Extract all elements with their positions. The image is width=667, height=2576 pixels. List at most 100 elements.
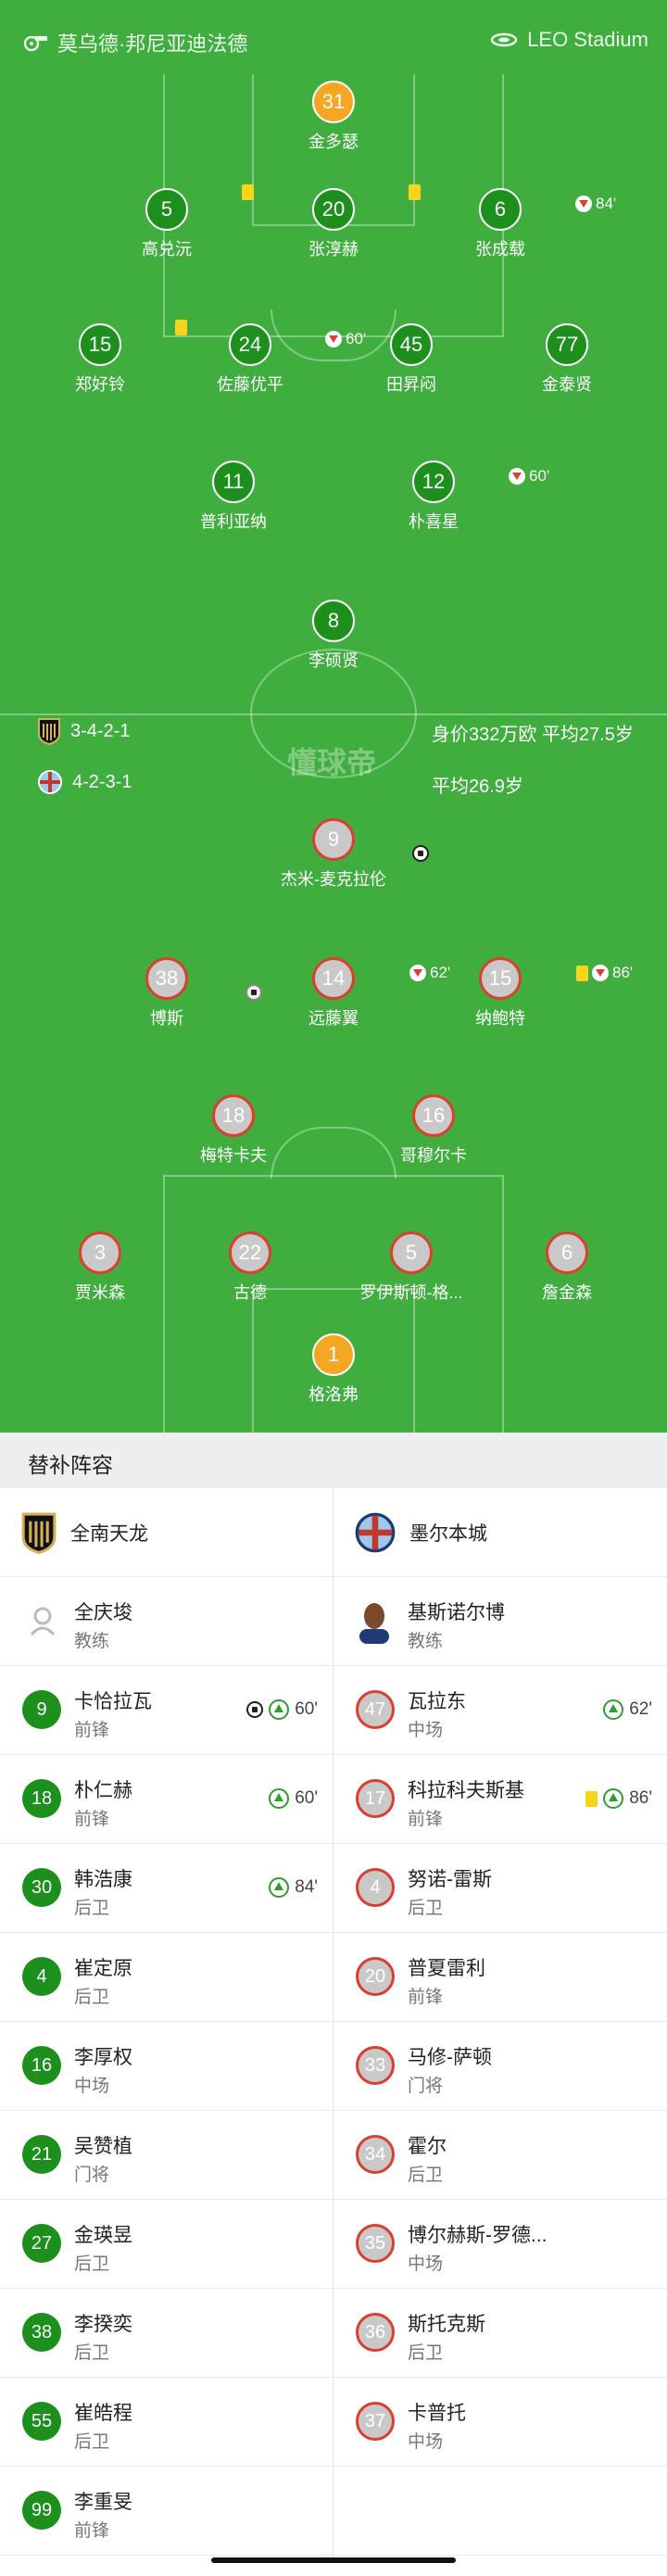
venue: LEO Stadium xyxy=(490,28,648,52)
sub-number: 34 xyxy=(356,2135,395,2174)
away-team-name: 墨尔本城 xyxy=(409,1523,487,1545)
player-name: 梅特卡夫 xyxy=(200,1146,267,1165)
home-subs-player[interactable]: 4 崔定原 后卫 xyxy=(0,1933,334,2022)
home-lineup-player[interactable]: 11 普利亚纳 xyxy=(155,461,312,533)
away-subs-player[interactable]: 37 卡普托 中场 xyxy=(334,2378,667,2467)
away-coach[interactable]: 基斯诺尔博 教练 xyxy=(334,1577,667,1666)
subs-row: 55 崔皓程 后卫 37 卡普托 中场 xyxy=(0,2378,667,2467)
away-subs-player[interactable]: 17 科拉科夫斯基 前锋 86' xyxy=(334,1755,667,1844)
away-lineup-player[interactable]: 14 62' 远藤翼 xyxy=(255,957,450,1029)
sub-number: 35 xyxy=(356,2224,395,2263)
sub-number: 20 xyxy=(356,1957,395,1996)
sub-position: 后卫 xyxy=(74,2254,110,2274)
home-subs-player[interactable]: 16 李厚权 中场 xyxy=(0,2022,334,2111)
player-number: 6 xyxy=(546,1231,588,1274)
away-subs-player[interactable]: 20 普夏雷利 前锋 xyxy=(334,1933,667,2022)
away-lineup-player[interactable]: 15 86' 纳鲍特 xyxy=(422,957,633,1029)
home-lineup-player[interactable]: 20 张淳赫 xyxy=(255,184,421,260)
away-lineup-player[interactable]: 18 梅特卡夫 xyxy=(155,1094,312,1167)
player-number: 77 xyxy=(546,323,588,366)
sub-number: 17 xyxy=(356,1779,395,1818)
away-subs-player[interactable]: 36 斯托克斯 后卫 xyxy=(334,2289,667,2378)
sub-minute: 60' xyxy=(295,1788,318,1808)
away-lineup-player[interactable]: 38 博斯 xyxy=(88,957,262,1029)
sub-position: 门将 xyxy=(408,2077,444,2096)
home-subs-player[interactable]: 21 吴赞植 门将 xyxy=(0,2111,334,2200)
home-lineup-player[interactable]: 45 田昇闷 xyxy=(333,323,490,396)
match-header: 莫乌德·邦尼亚迪法德 LEO Stadium xyxy=(0,0,667,85)
watermark: 懂球帝 xyxy=(287,746,377,779)
sub-name: 霍尔 xyxy=(408,2136,447,2157)
away-lineup-player[interactable]: 22 古德 xyxy=(171,1231,329,1304)
player-events: 84' xyxy=(575,184,616,223)
sub-in-icon xyxy=(269,1788,290,1809)
player-number: 5 xyxy=(390,1231,433,1274)
goal-ball-icon xyxy=(246,1701,264,1718)
away-subs-player[interactable]: 47 瓦拉东 中场 62' xyxy=(334,1666,667,1755)
whistle-icon xyxy=(23,35,47,52)
home-lineup-player[interactable]: 12 60' 朴喜星 xyxy=(355,461,549,533)
sub-name: 朴仁赫 xyxy=(74,1780,132,1801)
home-lineup-player[interactable]: 77 金泰贤 xyxy=(488,323,646,396)
home-subs-player[interactable]: 55 崔皓程 后卫 xyxy=(0,2378,334,2467)
event-minute: 86' xyxy=(612,964,634,981)
away-lineup-player[interactable]: 6 詹金森 xyxy=(488,1231,646,1304)
away-coach-name: 基斯诺尔博 xyxy=(408,1602,505,1623)
sub-minute: 62' xyxy=(629,1699,652,1719)
player-events xyxy=(409,184,421,200)
player-name: 远藤翼 xyxy=(308,1009,359,1028)
away-lineup-player[interactable]: 9 杰米-麦克拉伦 xyxy=(255,818,429,890)
home-subs-player[interactable]: 30 韩浩康 后卫 84' xyxy=(0,1844,334,1933)
player-number: 16 xyxy=(412,1094,455,1137)
away-subs-player[interactable]: 4 努诺-雷斯 后卫 xyxy=(334,1844,667,1933)
sub-position: 门将 xyxy=(74,2166,110,2185)
player-name: 纳鲍特 xyxy=(475,1009,525,1028)
player-number: 8 xyxy=(312,600,355,642)
home-lineup-player[interactable]: 8 李硕贤 xyxy=(255,600,412,672)
player-number: 6 84' xyxy=(479,188,616,231)
away-lineup-player[interactable]: 5 罗伊斯顿-格... xyxy=(333,1231,490,1304)
sub-number: 21 xyxy=(22,2135,61,2174)
player-name: 李硕贤 xyxy=(308,651,359,670)
home-formation: 3-4-2-1 xyxy=(37,717,130,745)
home-coach[interactable]: 全庆埈 教练 xyxy=(0,1577,334,1666)
player-name: 普利亚纳 xyxy=(200,512,267,531)
home-subs-player[interactable]: 27 金瑛昱 后卫 xyxy=(0,2200,334,2289)
sub-number: 4 xyxy=(22,1957,61,1996)
sub-position: 后卫 xyxy=(408,2166,444,2185)
home-lineup-player[interactable]: 5 高兑沅 xyxy=(88,184,254,260)
sub-position: 后卫 xyxy=(74,1988,110,2007)
home-subs-player[interactable]: 38 李揆奕 后卫 xyxy=(0,2289,334,2378)
home-lineup-player[interactable]: 6 84' 张成载 xyxy=(422,188,616,260)
player-number: 31 xyxy=(312,81,355,123)
sub-out-icon xyxy=(575,196,592,212)
home-subs-player[interactable]: 18 朴仁赫 前锋 60' xyxy=(0,1755,334,1844)
coach-row: 全庆埈 教练 基斯诺尔博 教练 xyxy=(0,1577,667,1666)
sub-name: 马修-萨顿 xyxy=(408,2047,492,2068)
player-name: 郑好铃 xyxy=(75,375,125,394)
subs-row: 38 李揆奕 后卫 36 斯托克斯 后卫 xyxy=(0,2289,667,2378)
home-subs-player[interactable]: 99 李重旻 前锋 xyxy=(0,2467,334,2556)
sub-in-icon xyxy=(269,1699,290,1720)
home-lineup-player[interactable]: 15 郑好铃 xyxy=(21,320,187,396)
away-subs-player[interactable]: 34 霍尔后卫 xyxy=(334,2111,667,2200)
away-coach-role: 教练 xyxy=(408,1632,444,1651)
player-name: 古德 xyxy=(233,1283,267,1302)
player-number: 45 xyxy=(390,323,433,366)
away-lineup-player[interactable]: 3 贾米森 xyxy=(21,1231,179,1304)
away-subs-player[interactable]: 35 博尔赫斯-罗德... 中场 xyxy=(334,2200,667,2289)
sub-name: 崔皓程 xyxy=(74,2403,132,2424)
home-lineup-player[interactable]: 24 60' 佐藤优平 xyxy=(171,323,366,396)
sub-position: 中场 xyxy=(74,2077,110,2096)
sub-number: 27 xyxy=(22,2224,61,2263)
sub-out-icon xyxy=(592,965,609,981)
sub-number: 4 xyxy=(356,1868,395,1907)
away-team-cell[interactable]: 墨尔本城 xyxy=(334,1488,667,1577)
home-subs-player[interactable]: 9 卡恰拉瓦 前锋 60' xyxy=(0,1666,334,1755)
away-lineup-player[interactable]: 16 哥穆尔卡 xyxy=(355,1094,512,1167)
away-formation: 4-2-3-1 xyxy=(37,769,132,795)
away-lineup-player[interactable]: 1 格洛弗 xyxy=(255,1333,412,1406)
home-team-cell[interactable]: 全南天龙 xyxy=(0,1488,334,1577)
home-lineup-player[interactable]: 31 金多瑟 xyxy=(255,81,412,153)
away-subs-player[interactable]: 33 马修-萨顿 门将 xyxy=(334,2022,667,2111)
